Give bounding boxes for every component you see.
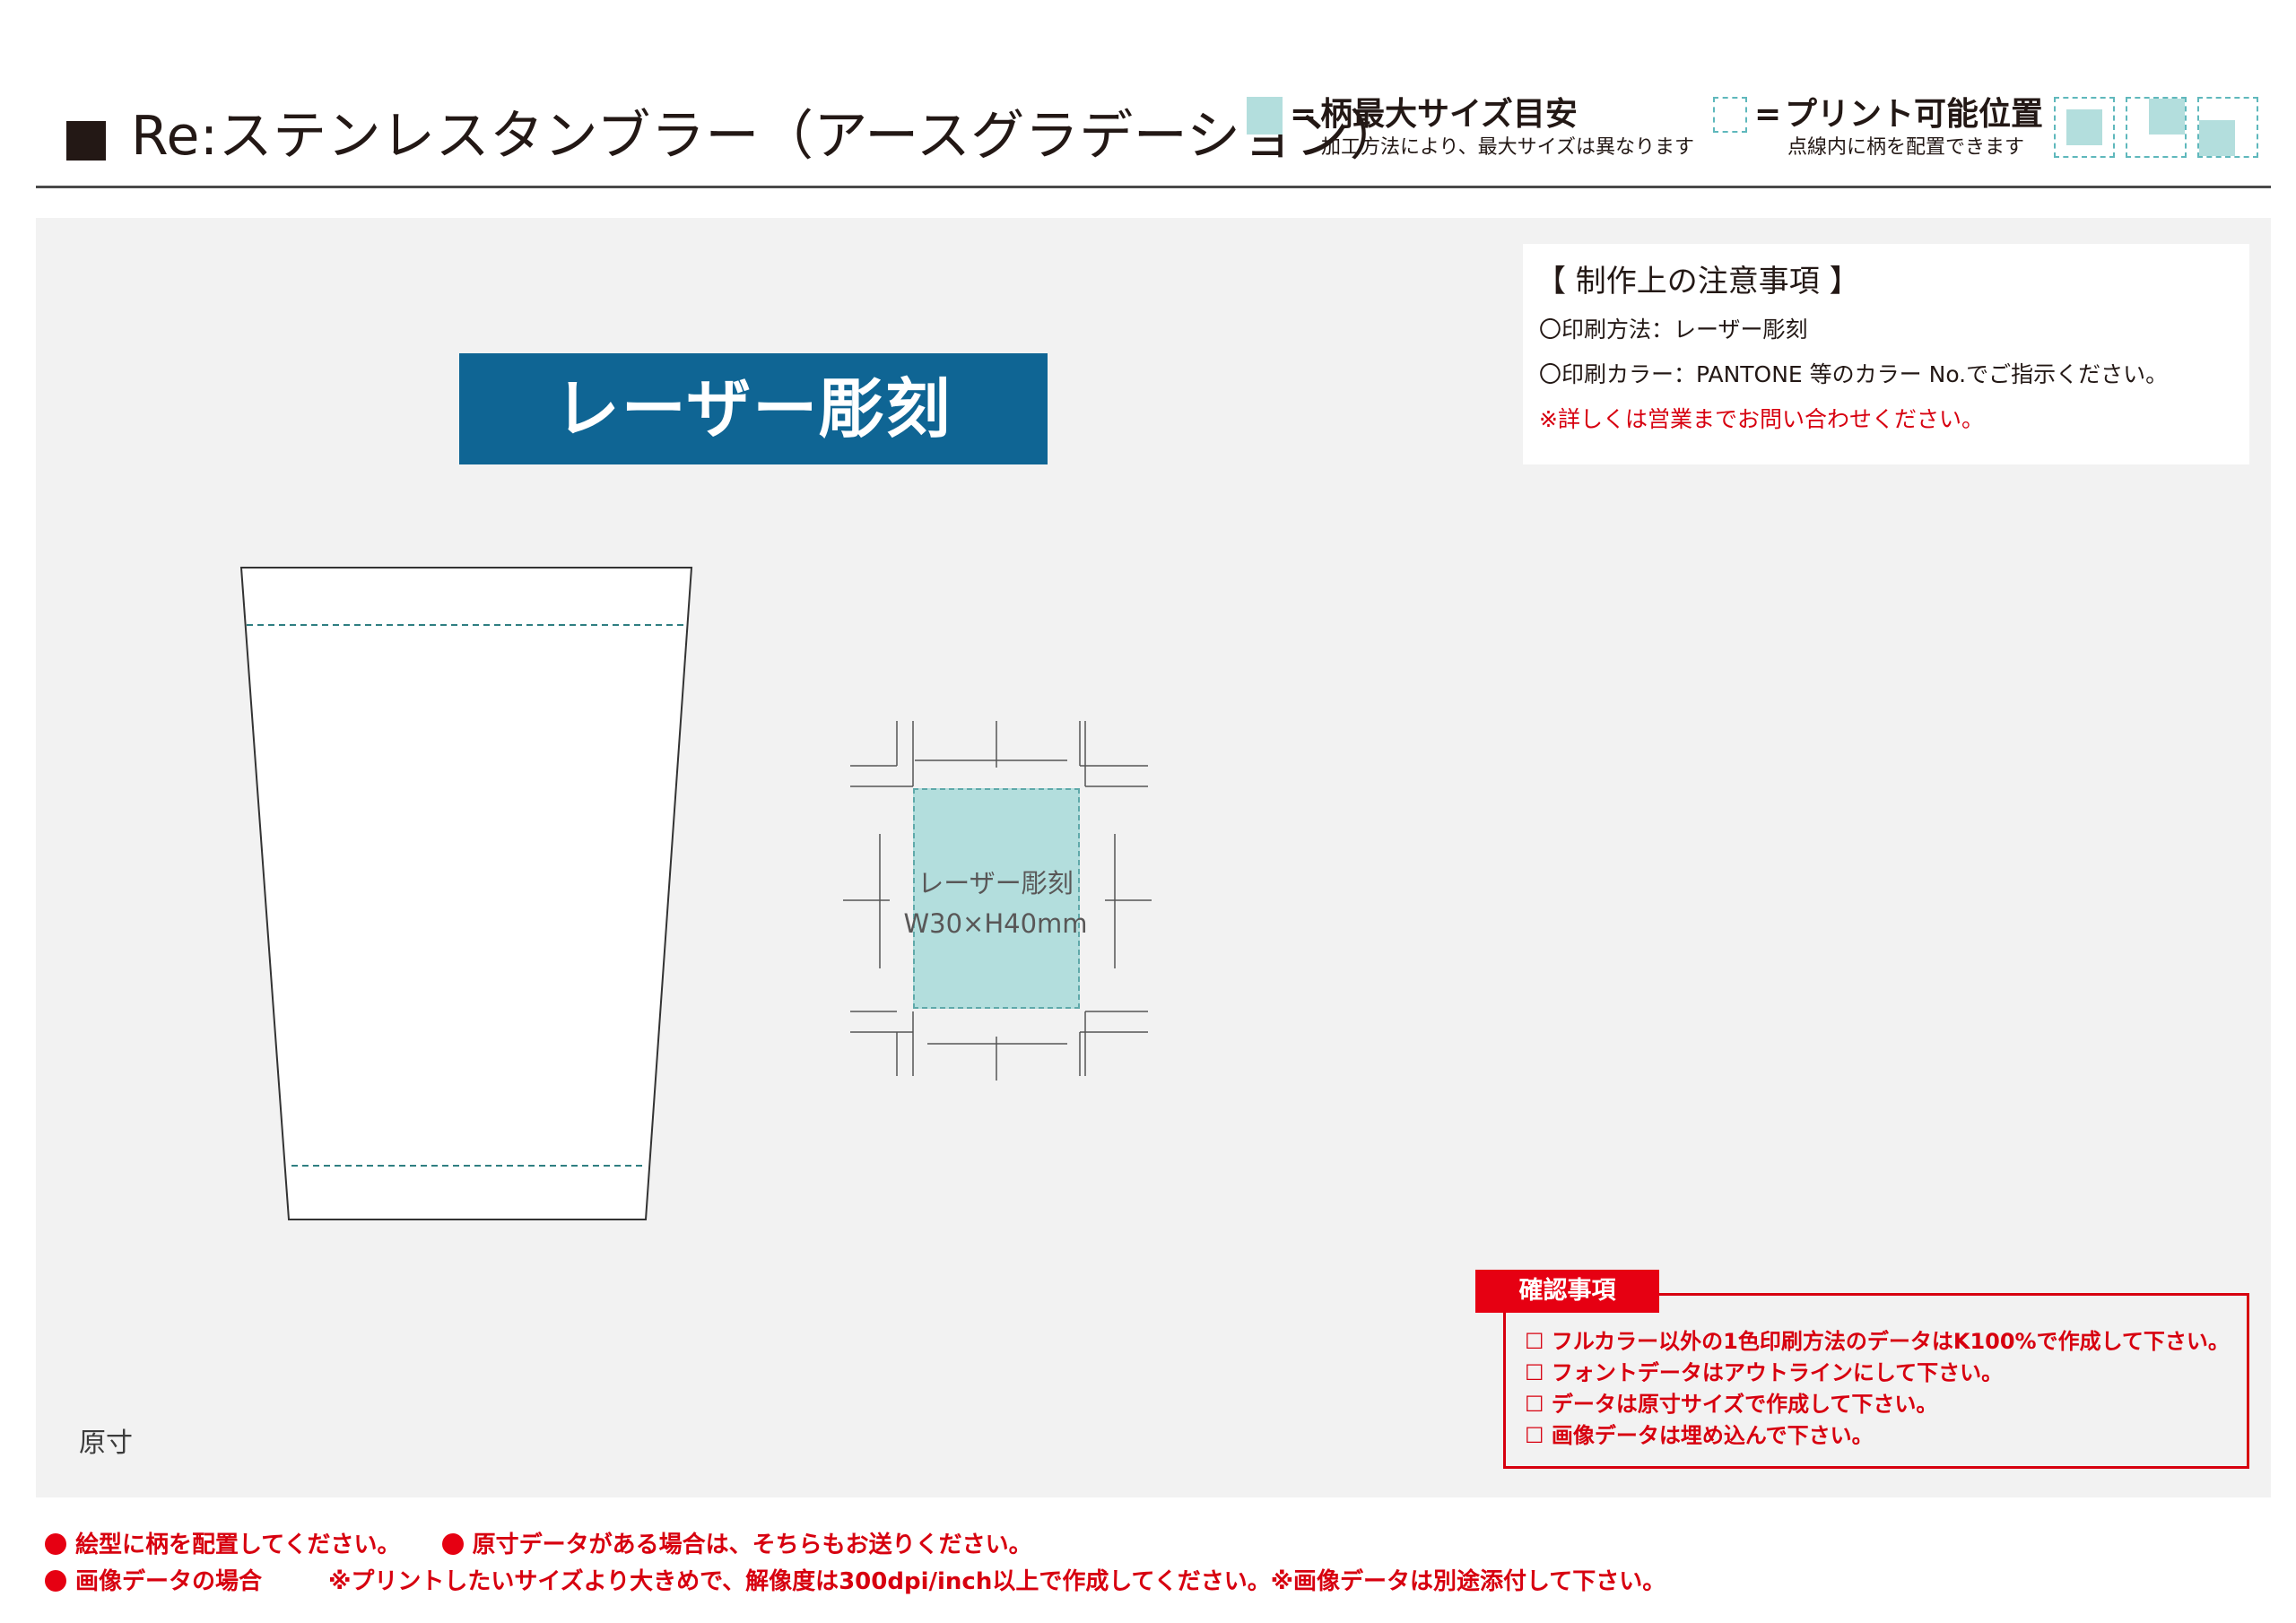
legend-equals: = [1754,96,1782,133]
production-notes-title: 【 制作上の注意事項 】 [1535,264,1860,299]
legend-max-size-note: 加工方法により、最大サイズは異なります [1321,136,1695,159]
legend-equals: = [1290,96,1318,133]
confirm-item: ☐ フォントデータはアウトラインにして下さい。 [1525,1360,2004,1385]
footer-line-2: 画像データの場合 ※プリントしたいサイズより大きめで、解像度は300dpi/in… [45,1564,1665,1600]
notes-line: 〇印刷カラー：PANTONE 等のカラー No.でご指示ください。 [1539,361,2169,387]
page-title: Re:ステンレスタンブラー（アースグラデーション） [131,105,1405,168]
print-area-method: レーザー彫刻 [918,868,1074,898]
print-area-label: レーザー彫刻 W30×H40mm [888,864,1103,944]
footer-note: 画像データの場合 [75,1568,263,1595]
footer-line-1: 絵型に柄を配置してください。 原寸データがある場合は、そちらもお送りください。 [45,1527,1032,1563]
footer-note: ※プリントしたいサイズより大きめで、解像度は300dpi/inch以上で作成して… [328,1568,1666,1595]
position-example-icon [2054,97,2115,158]
print-area-size: W30×H40mm [903,908,1088,939]
bullet-icon [45,1570,66,1592]
notes-line: 〇印刷方法：レーザー彫刻 [1539,317,1808,343]
position-example-icon [2126,97,2187,158]
notes-line: ※詳しくは営業までお問い合わせください。 [1539,406,1984,432]
bullet-icon [45,1533,66,1555]
legend-print-position-title: プリント可能位置 [1785,96,2044,133]
legend-max-size-title: 柄最大サイズ目安 [1320,96,1578,133]
confirm-item: ☐ 画像データは埋め込んで下さい。 [1525,1423,1874,1448]
footer-note: 絵型に柄を配置してください。 [75,1532,401,1558]
confirm-title: 確認事項 [1475,1270,1659,1313]
bullet-icon [441,1533,464,1555]
method-banner: レーザー彫刻 [459,353,1048,464]
tumbler-outline [239,567,693,1220]
confirm-item: ☐ データは原寸サイズで作成して下さい。 [1525,1392,1938,1417]
legend-print-position-note: 点線内に柄を配置できます [1787,136,2025,159]
footer-note: 原寸データがある場合は、そちらもお送りください。 [472,1532,1032,1558]
original-size-label: 原寸 [79,1428,133,1459]
print-position-swatch-icon [1713,97,1747,133]
title-square-icon [66,121,106,161]
confirm-item: ☐ フルカラー以外の1色印刷方法のデータはK100%で作成して下さい。 [1525,1329,2230,1354]
position-example-icon [2197,97,2258,158]
header-rule [36,186,2271,188]
max-size-swatch-icon [1247,97,1283,135]
